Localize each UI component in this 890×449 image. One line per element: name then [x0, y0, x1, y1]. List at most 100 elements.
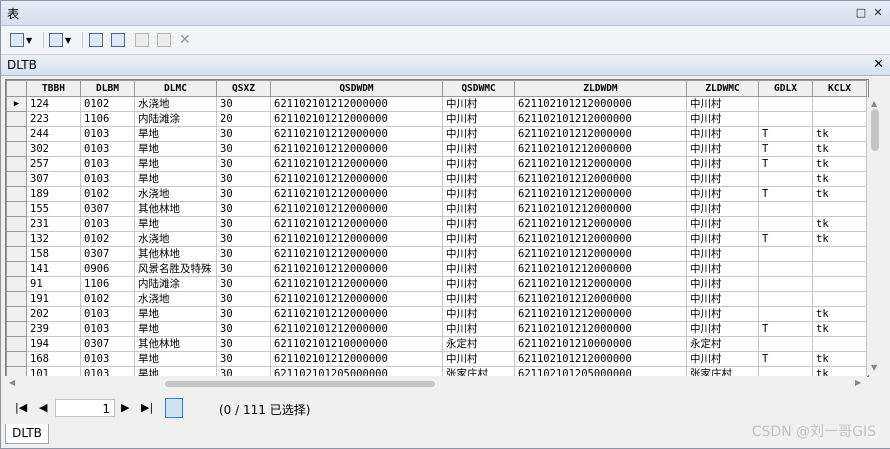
row-selector[interactable] [6, 351, 27, 367]
table-row[interactable]: 191 0102 水浇地 30 621102101212000000 中川村 6211021… [6, 291, 867, 307]
table-row[interactable]: 194 0307 其他林地 30 621102101210000000 永定村 621102… [6, 336, 867, 352]
row-selector[interactable] [6, 171, 27, 187]
table-cell-dlmc[interactable]: 内陆滩涂 [134, 111, 217, 127]
table-cell-kclx[interactable] [812, 276, 867, 292]
delete-selected-button[interactable]: ✕ [179, 31, 191, 49]
table-cell-zldwmc[interactable]: 中川村 [686, 201, 759, 217]
table-cell-kclx[interactable]: tk [812, 156, 867, 172]
table-cell-dlmc[interactable]: 水浇地 [134, 96, 217, 112]
table-cell-gdlx[interactable]: T [758, 156, 813, 172]
table-cell-gdlx[interactable]: T [758, 186, 813, 202]
table-cell-gdlx[interactable]: T [758, 231, 813, 247]
table-cell-kclx[interactable]: tk [812, 141, 867, 157]
table-cell-qsxz[interactable]: 30 [216, 306, 271, 322]
table-cell-zldwdm[interactable]: 621102101212000000 [514, 231, 687, 247]
table-cell-zldwdm[interactable]: 621102101212000000 [514, 276, 687, 292]
table-cell-zldwmc[interactable]: 中川村 [686, 321, 759, 337]
table-cell-zldwdm[interactable]: 621102101212000000 [514, 156, 687, 172]
table-cell-qsdwdm[interactable]: 621102101210000000 [270, 336, 443, 352]
row-selector[interactable] [6, 156, 27, 172]
table-cell-tbbh[interactable]: 257 [26, 156, 81, 172]
table-cell-tbbh[interactable]: 124 [26, 96, 81, 112]
table-row[interactable]: 91 1106 内陆滩涂 30 621102101212000000 中川村 6211021… [6, 276, 867, 292]
zoom-to-selected-button[interactable] [157, 31, 171, 49]
table-cell-tbbh[interactable]: 141 [26, 261, 81, 277]
column-header-dlbm[interactable]: DLBM [80, 80, 135, 97]
table-row[interactable]: 189 0102 水浇地 30 621102101212000000 中川村 6211021… [6, 186, 867, 202]
table-row[interactable]: 302 0103 旱地 30 621102101212000000 中川村 62110210… [6, 141, 867, 157]
table-cell-tbbh[interactable]: 191 [26, 291, 81, 307]
table-cell-zldwdm[interactable]: 621102101212000000 [514, 111, 687, 127]
table-cell-qsdwmc[interactable]: 中川村 [442, 96, 515, 112]
row-selector[interactable] [6, 276, 27, 292]
table-cell-qsxz[interactable]: 30 [216, 156, 271, 172]
table-cell-qsdwmc[interactable]: 中川村 [442, 216, 515, 232]
table-cell-tbbh[interactable]: 302 [26, 141, 81, 157]
table-cell-gdlx[interactable] [758, 246, 813, 262]
table-row[interactable]: 141 0906 风景名胜及特殊 30 621102101212000000 中川村 621… [6, 261, 867, 277]
table-cell-tbbh[interactable]: 132 [26, 231, 81, 247]
column-header-zldwmc[interactable]: ZLDWMC [686, 80, 759, 97]
table-cell-dlbm[interactable]: 0103 [80, 126, 135, 142]
table-cell-qsxz[interactable]: 30 [216, 321, 271, 337]
table-cell-tbbh[interactable]: 91 [26, 276, 81, 292]
table-cell-dlmc[interactable]: 水浇地 [134, 231, 217, 247]
switch-selection-button[interactable] [111, 31, 125, 49]
table-cell-kclx[interactable]: tk [812, 171, 867, 187]
table-cell-gdlx[interactable] [758, 336, 813, 352]
column-header-dlmc[interactable]: DLMC [134, 80, 217, 97]
vertical-scrollbar[interactable]: ▲ ▼ [867, 97, 884, 375]
table-cell-qsdwdm[interactable]: 621102101212000000 [270, 291, 443, 307]
table-cell-dlbm[interactable]: 0102 [80, 291, 135, 307]
table-cell-kclx[interactable] [812, 336, 867, 352]
table-cell-qsxz[interactable]: 30 [216, 141, 271, 157]
table-cell-kclx[interactable]: tk [812, 231, 867, 247]
next-record-icon[interactable]: ▶ [121, 401, 129, 414]
table-cell-qsdwmc[interactable]: 中川村 [442, 351, 515, 367]
table-cell-qsxz[interactable]: 30 [216, 96, 271, 112]
table-row[interactable]: 202 0103 旱地 30 621102101212000000 中川村 62110210… [6, 306, 867, 322]
table-cell-zldwmc[interactable]: 中川村 [686, 141, 759, 157]
row-selector[interactable] [6, 321, 27, 337]
table-cell-dlbm[interactable]: 0103 [80, 351, 135, 367]
table-cell-zldwdm[interactable]: 621102101212000000 [514, 261, 687, 277]
table-cell-zldwdm[interactable]: 621102101212000000 [514, 186, 687, 202]
table-cell-tbbh[interactable]: 223 [26, 111, 81, 127]
table-cell-qsxz[interactable]: 30 [216, 186, 271, 202]
table-cell-qsxz[interactable]: 30 [216, 246, 271, 262]
table-cell-dlmc[interactable]: 旱地 [134, 306, 217, 322]
table-cell-tbbh[interactable]: 239 [26, 321, 81, 337]
table-cell-zldwdm[interactable]: 621102101212000000 [514, 321, 687, 337]
table-cell-qsdwmc[interactable]: 中川村 [442, 231, 515, 247]
table-cell-qsxz[interactable]: 30 [216, 231, 271, 247]
table-cell-tbbh[interactable]: 202 [26, 306, 81, 322]
table-cell-kclx[interactable]: tk [812, 351, 867, 367]
table-cell-gdlx[interactable] [758, 111, 813, 127]
row-selector[interactable] [6, 291, 27, 307]
table-cell-qsdwdm[interactable]: 621102101212000000 [270, 231, 443, 247]
table-cell-gdlx[interactable] [758, 216, 813, 232]
current-record-field[interactable]: 1 [55, 399, 115, 417]
table-cell-kclx[interactable] [812, 291, 867, 307]
table-cell-qsdwdm[interactable]: 621102101212000000 [270, 276, 443, 292]
table-cell-zldwmc[interactable]: 中川村 [686, 351, 759, 367]
table-cell-dlmc[interactable]: 旱地 [134, 141, 217, 157]
row-selector[interactable] [6, 141, 27, 157]
table-cell-zldwmc[interactable]: 中川村 [686, 96, 759, 112]
table-cell-zldwdm[interactable]: 621102101212000000 [514, 351, 687, 367]
table-cell-qsdwmc[interactable]: 中川村 [442, 156, 515, 172]
table-cell-qsdwdm[interactable]: 621102101212000000 [270, 156, 443, 172]
first-record-icon[interactable]: |◀ [15, 401, 27, 414]
close-table-icon[interactable]: ✕ [873, 57, 884, 72]
column-header-qsdwdm[interactable]: QSDWDM [270, 80, 443, 97]
table-cell-gdlx[interactable] [758, 306, 813, 322]
table-cell-qsdwdm[interactable]: 621102101212000000 [270, 351, 443, 367]
bottom-table-tab[interactable]: DLTB [5, 424, 49, 444]
table-cell-dlmc[interactable]: 旱地 [134, 126, 217, 142]
table-cell-dlmc[interactable]: 其他林地 [134, 246, 217, 262]
scroll-up-icon[interactable]: ▲ [871, 99, 877, 108]
row-selector[interactable] [6, 336, 27, 352]
table-cell-tbbh[interactable]: 194 [26, 336, 81, 352]
column-header-gdlx[interactable]: GDLX [758, 80, 813, 97]
table-cell-dlbm[interactable]: 0102 [80, 231, 135, 247]
